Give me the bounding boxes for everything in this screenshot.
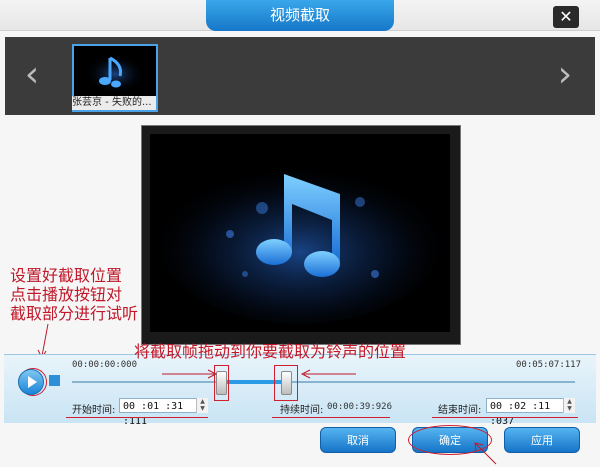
drag-arrow-left (300, 369, 356, 379)
cancel-button[interactable]: 取消 (320, 427, 396, 453)
window-title: 视频截取 (206, 0, 394, 31)
music-note-icon (150, 134, 450, 332)
thumbnail-label: 张芸京 - 失败的... (72, 96, 156, 110)
duration-value: 00:00:39:926 (327, 402, 393, 412)
start-underline (66, 417, 208, 418)
start-time-field[interactable]: 00 :01 :31 :111 (119, 398, 207, 427)
start-time-label: 开始时间: (72, 405, 116, 416)
close-button[interactable]: ✕ (553, 6, 579, 28)
duration-underline (272, 417, 390, 418)
next-arrow-icon[interactable]: › (550, 57, 580, 93)
music-note-icon (74, 46, 156, 98)
ok-pointer-arrow (474, 442, 497, 465)
timeline-end-time: 00:05:07:117 (516, 360, 582, 370)
annotation-drag-hint: 将截取帧拖动到你要截取为铃声的位置 (134, 342, 407, 361)
drag-arrow-right (162, 369, 218, 379)
end-handle[interactable] (281, 371, 292, 395)
end-time-label: 结束时间: (438, 405, 482, 416)
annotation-line-1: 设置好截取位置 (10, 266, 123, 285)
timeline-start-time: 00:00:00:000 (72, 360, 138, 370)
end-time-field[interactable]: 00 :02 :11 :037 (486, 398, 574, 427)
prev-arrow-icon[interactable]: ‹ (17, 57, 47, 93)
duration-label: 持续时间: (280, 405, 324, 416)
apply-button[interactable]: 应用 (504, 427, 580, 453)
start-time-spinner[interactable]: ▲ ▼ (196, 398, 208, 413)
annotation-line-2: 点击播放按钮对 (10, 285, 123, 304)
play-button[interactable] (18, 369, 44, 395)
video-preview (150, 134, 450, 332)
end-underline (432, 417, 578, 418)
annotation-line-3: 截取部分进行试听 (10, 304, 139, 323)
timeline-track[interactable] (72, 381, 575, 383)
stop-button[interactable] (49, 375, 60, 386)
play-icon (28, 376, 37, 388)
end-time-spinner[interactable]: ▲ ▼ (563, 398, 575, 413)
